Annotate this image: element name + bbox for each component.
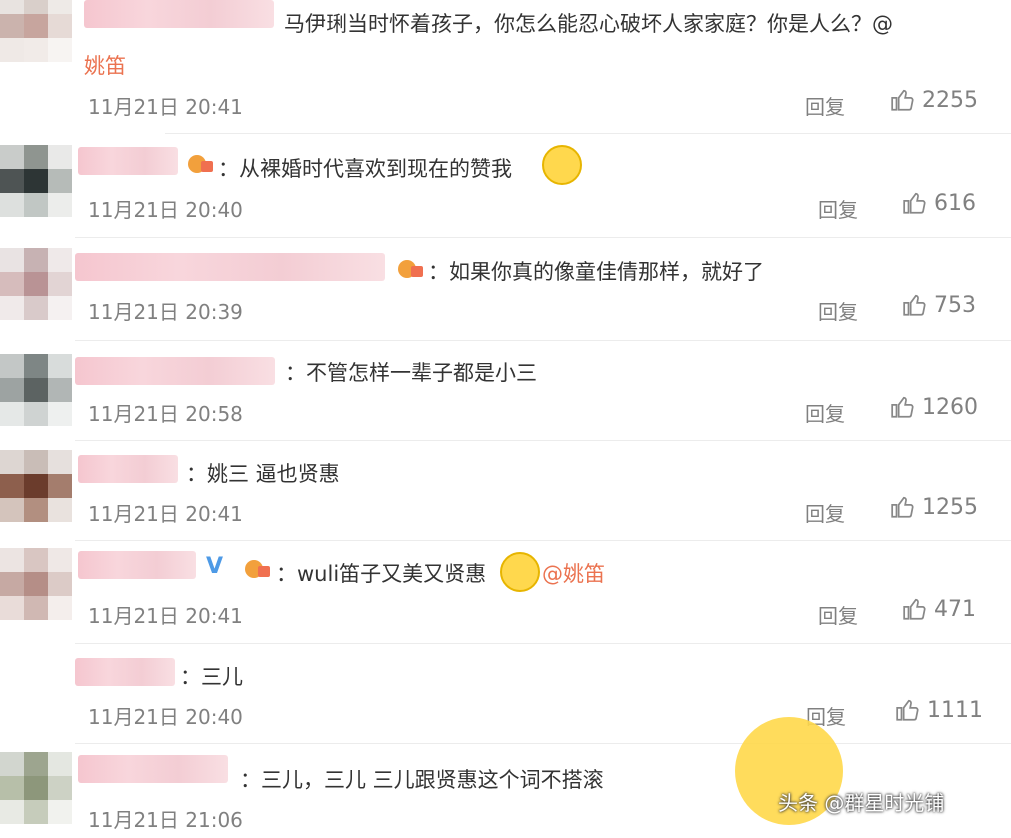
thumbs-up-icon: [896, 699, 919, 721]
reply-button[interactable]: 回复: [818, 296, 858, 325]
like-count: 471: [934, 596, 976, 622]
reply-button[interactable]: 回复: [805, 91, 845, 120]
divider: [75, 440, 1011, 441]
username[interactable]: [75, 253, 385, 281]
like-button[interactable]: 1255: [890, 494, 978, 520]
avatar[interactable]: [0, 450, 72, 522]
thumbs-up-icon: [903, 192, 926, 214]
mention-link[interactable]: 姚笛: [84, 50, 126, 80]
timestamp: 11月21日 20:41: [88, 604, 243, 628]
like-button[interactable]: 1260: [890, 394, 978, 420]
like-count: 753: [934, 292, 976, 318]
timestamp: 11月21日 20:41: [88, 502, 243, 526]
comment-text: ：如果你真的像童佳倩那样，就好了: [428, 260, 764, 284]
comment-text: ：三儿: [180, 665, 243, 689]
username[interactable]: [75, 357, 275, 385]
username[interactable]: [78, 755, 228, 783]
like-button[interactable]: 471: [902, 596, 976, 622]
divider: [75, 643, 1011, 644]
like-button[interactable]: 616: [902, 190, 976, 216]
like-count: 1260: [922, 394, 978, 420]
reply-button[interactable]: 回复: [805, 398, 845, 427]
smiley-emoji-icon: [500, 552, 540, 592]
mention-link[interactable]: @姚笛: [542, 558, 605, 588]
reply-button[interactable]: 回复: [818, 600, 858, 629]
avatar[interactable]: [0, 548, 72, 620]
comment-text: ：wuli笛子又美又贤惠: [276, 562, 487, 586]
like-count: 1255: [922, 494, 978, 520]
like-count: 2255: [922, 87, 978, 113]
thumbs-up-icon: [891, 396, 914, 418]
vip-badge-icon: [188, 155, 213, 173]
avatar[interactable]: [0, 248, 72, 320]
timestamp: 11月21日 20:41: [88, 95, 243, 119]
watermark-text: 头条 @群星时光铺: [778, 791, 945, 815]
divider: [75, 237, 1011, 238]
thumbs-up-icon: [903, 598, 926, 620]
smiley-emoji-icon: [542, 145, 582, 185]
username[interactable]: [75, 658, 175, 686]
thumbs-up-icon: [903, 294, 926, 316]
username[interactable]: [84, 0, 274, 28]
vip-badge-icon: [245, 560, 270, 578]
avatar[interactable]: [0, 145, 72, 217]
timestamp: 11月21日 21:06: [88, 808, 243, 832]
avatar[interactable]: [0, 752, 72, 824]
timestamp: 11月21日 20:39: [88, 300, 243, 324]
username[interactable]: [78, 455, 178, 483]
timestamp: 11月21日 20:40: [88, 198, 243, 222]
like-button[interactable]: 753: [902, 292, 976, 318]
avatar[interactable]: [0, 0, 72, 62]
timestamp: 11月21日 20:40: [88, 705, 243, 729]
like-button[interactable]: 2255: [890, 87, 978, 113]
reply-button[interactable]: 回复: [818, 194, 858, 223]
divider: [75, 743, 1011, 744]
thumbs-up-icon: [891, 496, 914, 518]
like-button[interactable]: 1111: [895, 697, 983, 723]
vip-badge-icon: [398, 260, 423, 278]
timestamp: 11月21日 20:58: [88, 402, 243, 426]
divider: [165, 133, 1011, 134]
username[interactable]: [78, 551, 196, 579]
like-count: 1111: [927, 697, 983, 723]
verified-v-icon: V: [206, 554, 224, 579]
comment-text: ：姚三 逼也贤惠: [186, 462, 340, 486]
thumbs-up-icon: [891, 89, 914, 111]
reply-button[interactable]: 回复: [805, 498, 845, 527]
like-count: 616: [934, 190, 976, 216]
avatar[interactable]: [0, 354, 72, 426]
divider: [75, 540, 1011, 541]
username[interactable]: [78, 147, 178, 175]
comment-text: ：不管怎样一辈子都是小三: [285, 361, 537, 385]
comment-text: ：三儿，三儿 三儿跟贤惠这个词不搭滚: [240, 768, 604, 792]
comment-text: 马伊琍当时怀着孩子，你怎么能忍心破坏人家家庭？你是人么？@: [284, 12, 893, 36]
divider: [75, 340, 1011, 341]
comment-text: ：从裸婚时代喜欢到现在的赞我: [218, 157, 512, 181]
